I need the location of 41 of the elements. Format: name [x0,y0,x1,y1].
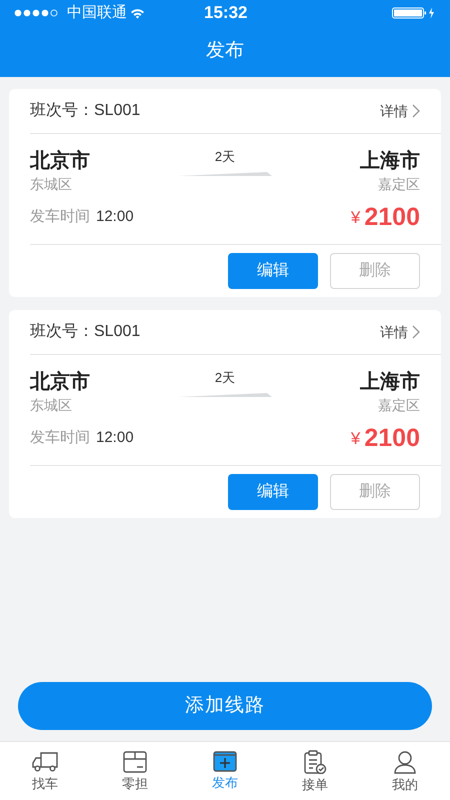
details-link[interactable]: 详情 [380,322,420,342]
page-title: 发布 [206,39,244,64]
destination-district: 嘉定区 [378,175,420,194]
edit-button[interactable]: 编辑 [228,253,318,289]
origin-district: 东城区 [30,175,73,194]
user-icon [393,750,417,774]
route-price: 2100 [364,423,420,453]
chevron-right-icon [412,104,420,118]
departure-time: 12:00 [96,206,134,226]
add-panel-icon [213,751,237,772]
route-price: 2100 [364,202,420,232]
departure-label: 发车时间 [30,428,90,448]
clock-time: 15:32 [204,2,248,24]
add-route-button[interactable]: 添加线路 [18,682,432,730]
route-number: 班次号：SL001 [30,100,140,121]
destination-district: 嘉定区 [378,396,420,415]
chevron-right-icon [412,325,420,339]
truck-icon [31,750,59,772]
carrier-name: 中国联通 [67,2,127,23]
box-icon [123,750,147,772]
tab-item[interactable]: 我的 [360,742,450,800]
tab-item[interactable]: 找车 [0,742,90,800]
currency-sign: ¥ [350,206,360,228]
departure-time: 12:00 [96,428,134,448]
travel-duration: 2天 [214,148,236,166]
travel-duration: 2天 [214,369,236,387]
wifi-icon [130,8,145,18]
battery-icon [392,7,436,19]
origin-city: 北京市 [30,148,91,174]
origin-city: 北京市 [30,370,91,395]
details-link[interactable]: 详情 [380,100,420,122]
route-number: 班次号：SL001 [30,322,140,342]
departure-label: 发车时间 [30,206,90,226]
destination-city: 上海市 [360,370,420,395]
tab-item[interactable]: 零担 [90,742,180,800]
origin-district: 东城区 [30,396,73,415]
tab-item[interactable]: 接单 [270,742,360,800]
edit-button[interactable]: 编辑 [228,474,318,510]
destination-city: 上海市 [360,148,420,174]
currency-sign: ¥ [350,428,360,450]
clipboard-check-icon [303,750,327,774]
